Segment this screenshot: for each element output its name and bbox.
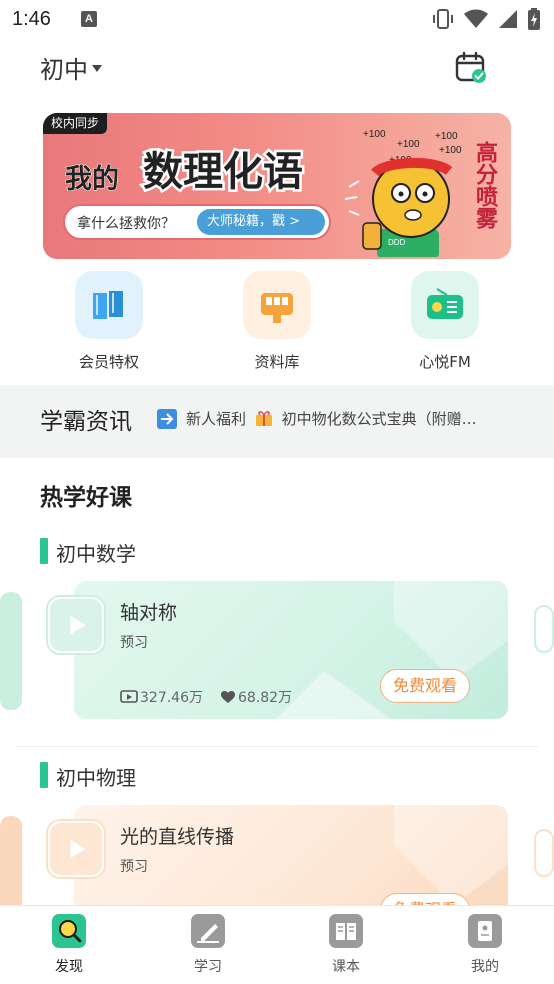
status-icons [432,8,540,30]
banner-title-main: 数理化语 [137,139,309,198]
news-strip[interactable]: 学霸资讯 新人福利 初中物化数公式宝典（附赠… [0,385,554,458]
banner-cta-button[interactable]: 大师秘籍，戳 > [197,209,325,235]
tab-label: 学习 [194,959,222,975]
banner-side-text: 高分喷雾 [472,141,497,229]
news-text-b: 初中物化数公式宝典（附赠… [281,410,477,428]
subject-accent-bar [40,538,48,564]
quick-item-fm[interactable]: 心悦FM [375,271,515,372]
course-tag: 预习 [120,635,148,651]
score-mark: +100 [435,131,458,142]
banner-search-pill: 拿什么拯救你？ 大师秘籍，戳 > [63,204,331,240]
mascot-badge: DDD [388,238,406,247]
gift-icon [255,411,272,426]
magnifier-icon [52,914,86,948]
subject-accent-bar [40,762,48,788]
hot-courses-title: 热学好课 [40,485,132,511]
tab-label: 发现 [55,959,83,975]
textbook-icon [329,914,363,948]
subject-physics-label: 初中物理 [56,766,136,790]
grade-selector[interactable]: 初中 [40,50,102,85]
radio-icon [411,271,479,339]
grade-label: 初中 [40,56,88,84]
caret-down-icon [92,65,102,72]
play-icon [49,598,103,652]
score-mark: +100 [363,129,386,140]
status-bar: 1:46 A [0,0,554,38]
course-title: 光的直线传播 [120,826,235,848]
quick-label: 会员特权 [78,353,139,371]
divider [16,746,538,747]
play-icon [49,822,103,876]
score-mark: +100 [439,145,462,156]
free-watch-button[interactable]: 免费观看 [380,669,470,703]
quick-entries: 会员特权 资料库 心悦FM [0,271,554,371]
course-stats: 327.46万 68.82万 [120,687,292,707]
status-time: 1:46 [12,7,51,30]
tab-study[interactable]: 学习 [168,914,248,976]
course-card-prev[interactable] [0,592,22,710]
news-ticker: 新人福利 初中物化数公式宝典（附赠… [186,408,516,429]
calendar-check-button[interactable] [454,50,488,84]
course-card-next[interactable] [534,605,554,653]
banner-title-main-text: 数理化语 [141,147,306,198]
battery-icon [528,8,540,30]
quick-item-membership[interactable]: 会员特权 [39,271,179,372]
banner-tag: 校内同步 [43,113,108,134]
tab-discover[interactable]: 发现 [29,914,109,976]
quick-item-library[interactable]: 资料库 [207,271,347,372]
banner-title-prefix: 我的 [65,164,120,196]
heart-icon [221,690,235,703]
banner-question: 拿什么拯救你？ [77,216,175,232]
tab-profile[interactable]: 我的 [445,914,525,976]
pencil-icon [191,914,225,948]
promo-banner[interactable]: 校内同步 我的 数理化语 拿什么拯救你？ 大师秘籍，戳 > +100 +100 … [43,113,511,259]
course-likes: 68.82万 [238,690,293,706]
tab-label: 我的 [471,959,499,975]
quick-label: 资料库 [254,353,300,371]
course-views: 327.46万 [140,690,203,706]
course-card-next[interactable] [534,829,554,877]
views-icon [120,690,138,703]
vibrate-icon [433,9,453,29]
subject-math-label: 初中数学 [56,542,136,566]
news-title: 学霸资讯 [40,409,132,435]
bottom-tab-bar: 发现 学习 课本 我的 [0,905,554,984]
a-icon: A [80,11,97,27]
play-button[interactable] [46,595,106,655]
signal-icon [499,10,517,28]
bus-icon [243,271,311,339]
arrow-right-icon [157,409,177,429]
course-title: 轴对称 [120,602,178,624]
course-tag: 预习 [120,859,148,875]
score-mark: +100 [397,139,420,150]
tab-label: 课本 [332,959,360,975]
news-text-a: 新人福利 [186,410,247,428]
tab-textbook[interactable]: 课本 [306,914,386,976]
wifi-icon [464,9,488,28]
book-icon [75,271,143,339]
quick-label: 心悦FM [419,353,471,371]
lion-mascot-illustration: +100 +100 +100 +100 +100 DDD [344,129,462,257]
play-button[interactable] [46,819,106,879]
profile-icon [468,914,502,948]
header: 初中 [0,46,554,92]
calendar-check-icon [455,51,486,83]
